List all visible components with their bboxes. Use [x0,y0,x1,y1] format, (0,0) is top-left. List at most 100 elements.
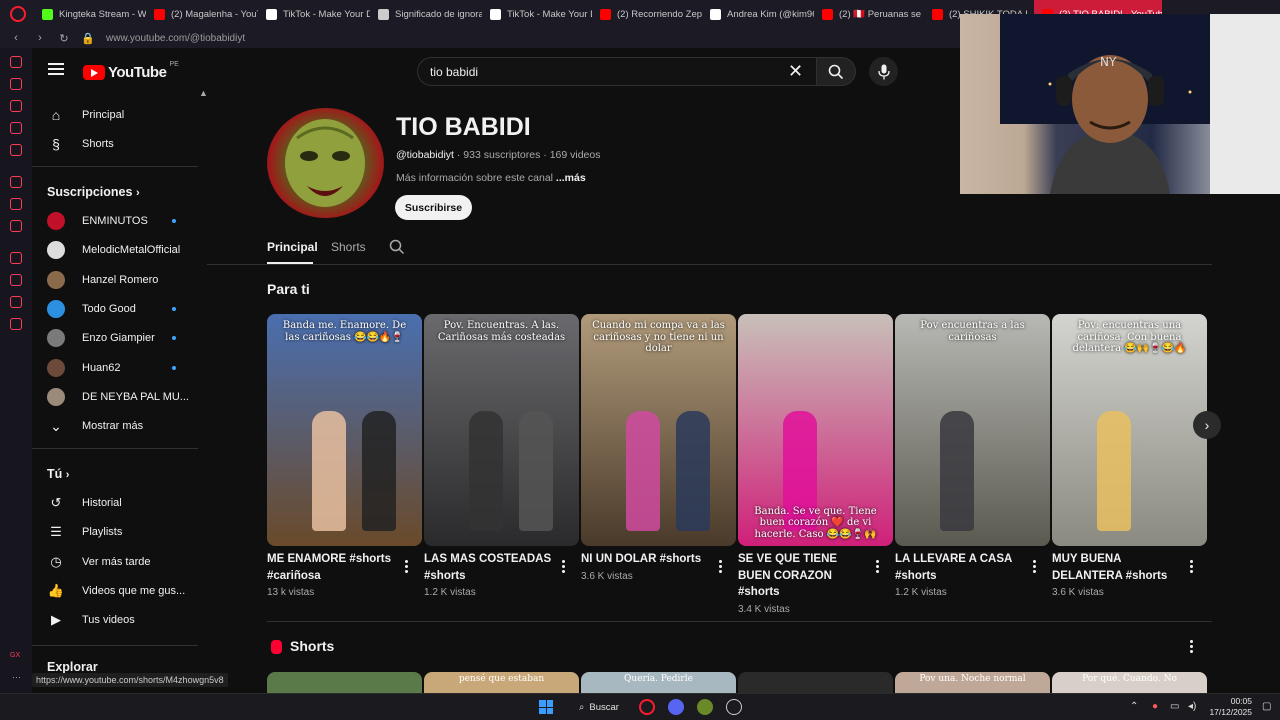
short-thumbnail[interactable]: pensé que estaban [424,672,579,693]
short-thumbnail[interactable]: Pov una. Noche normal [895,672,1050,693]
settings-icon[interactable] [10,318,22,330]
reload-icon[interactable]: ↻ [56,32,72,45]
obs-taskbar-icon[interactable] [726,699,742,715]
twitch-icon[interactable] [10,198,22,210]
search-button[interactable] [816,57,856,86]
instagram-icon[interactable] [10,122,22,134]
subscription-item[interactable]: Todo Good [47,297,136,321]
video-card[interactable]: Cuando mi compa va a las cariñosas y no … [581,314,736,582]
video-thumbnail[interactable]: Pov. Encuentras. A las. Cariñosas más co… [424,314,579,546]
video-title[interactable]: ME ENAMORE #shorts #cariñosa [267,551,395,584]
video-card[interactable]: Pov encuentras a las cariñosas LA LLEVARE… [895,314,1050,598]
opera-gx-taskbar-icon[interactable] [639,699,655,715]
video-title[interactable]: SE VE QUE TIENE BUEN CORAZON #shorts [738,551,866,601]
video-title[interactable]: NI UN DOLAR #shorts [581,551,709,568]
shorts-menu-icon[interactable] [1190,640,1194,653]
video-thumbnail[interactable]: Cuando mi compa va a las cariñosas y no … [581,314,736,546]
subscriptions-heading[interactable]: Suscripciones › [47,185,140,199]
next-arrow-button[interactable]: › [1193,411,1221,439]
short-thumbnail[interactable]: Por qué. Cuando. No [1052,672,1207,693]
telegram-icon[interactable] [10,100,22,112]
more-link[interactable]: ...más [556,172,586,184]
more-options-icon[interactable] [405,560,409,575]
short-thumbnail[interactable] [738,672,893,693]
more-options-icon[interactable] [876,560,880,575]
clock[interactable]: 00:05 17/12/2025 [1208,696,1252,718]
browser-tab[interactable]: TikTok - Make Your D [482,0,592,28]
sidebar-item-principal[interactable]: ⌂ Principal [47,103,124,127]
channel-avatar[interactable] [267,108,384,218]
short-thumbnail[interactable]: Quería. Pedirle [581,672,736,693]
browser-tab[interactable]: (2) Recorriendo Zepi [592,0,702,28]
music-icon[interactable] [10,144,22,156]
volume-icon[interactable]: ◂) [1188,701,1196,712]
app-taskbar-icon[interactable] [697,699,713,715]
sidebar-item-thumbs-up[interactable]: 👍 Videos que me gus... [47,579,185,603]
video-card[interactable]: Banda. Se ve que. Tiene buen corazón ❤️ … [738,314,893,615]
subscription-item[interactable]: MelodicMetalOfficial [47,238,180,262]
back-icon[interactable]: ‹ [8,32,24,44]
video-thumbnail[interactable]: Banda. Se ve que. Tiene buen corazón ❤️ … [738,314,893,546]
more-options-icon[interactable] [1033,560,1037,575]
sidebar-item-history[interactable]: ↺ Historial [47,491,122,515]
taskbar-search[interactable]: ⌕ Buscar [570,697,628,717]
extensions-icon[interactable] [10,296,22,308]
video-card[interactable]: Pov: encuentras una cariñosa. Con buena … [1052,314,1207,598]
browser-tab[interactable]: Andrea Kim (@kim96 [702,0,814,28]
scroll-up-icon[interactable]: ▲ [199,88,208,98]
subscription-item[interactable]: Huan62 [47,356,121,380]
sidebar-item-video[interactable]: ▶ Tus videos [47,608,135,632]
tray-chevron-up-icon[interactable]: ⌃ [1130,701,1138,712]
subscription-item[interactable]: Enzo Giampier [47,326,155,350]
subscription-item[interactable]: Hanzel Romero [47,268,158,292]
microphone-tray-icon[interactable]: ● [1152,701,1158,712]
network-icon[interactable]: ▭ [1170,701,1179,712]
more-icon[interactable]: ··· [12,672,21,682]
bookmarks-icon[interactable] [10,274,22,286]
messenger-icon[interactable] [10,56,22,68]
channel-search-icon[interactable] [389,239,405,260]
browser-tab[interactable]: TikTok - Make Your D [258,0,370,28]
discord-taskbar-icon[interactable] [668,699,684,715]
short-thumbnail[interactable] [267,672,422,693]
browser-tab[interactable]: (2) 🇵🇪 Peruanas se Q [814,0,924,28]
sidebar-item-clock[interactable]: ◷ Ver más tarde [47,550,150,574]
tab-shorts[interactable]: Shorts [331,240,366,254]
subscription-item[interactable]: DE NEYBA PAL MU... [47,385,189,409]
browser-tab[interactable]: Kingteka Stream - Wa [34,0,146,28]
tab-principal[interactable]: Principal [267,240,318,254]
opera-logo-icon[interactable] [10,6,26,22]
channel-description[interactable]: Más información sobre este canal ...más [396,172,586,184]
search-input[interactable]: tio babidi [417,57,817,86]
show-more-button[interactable]: ⌄ Mostrar más [47,414,143,438]
clear-search-icon[interactable]: ✕ [788,62,803,80]
browser-tab[interactable]: Significado de ignora [370,0,482,28]
sidebar-item-playlists[interactable]: ☰ Playlists [47,520,122,544]
more-options-icon[interactable] [562,560,566,575]
gx-icon[interactable]: GX [10,652,20,659]
browser-tab[interactable]: (2) Magalenha - YouT [146,0,258,28]
more-options-icon[interactable] [719,560,723,575]
video-thumbnail[interactable]: Pov: encuentras una cariñosa. Con buena … [1052,314,1207,546]
video-title[interactable]: LAS MAS COSTEADAS #shorts [424,551,552,584]
video-card[interactable]: Banda me. Enamore. De las cariñosas 😂😂🔥🍷… [267,314,422,598]
subscription-item[interactable]: ENMINUTOS [47,209,148,233]
aria-icon[interactable] [10,176,22,188]
history-icon[interactable] [10,252,22,264]
forward-icon[interactable]: › [32,32,48,44]
more-options-icon[interactable] [1190,560,1194,575]
voice-search-button[interactable] [869,57,898,86]
you-heading[interactable]: Tú › [47,467,69,481]
windows-start-icon[interactable] [539,700,553,714]
url-field[interactable]: www.youtube.com/@tiobabidiyt [106,33,245,44]
whatsapp-icon[interactable] [10,78,22,90]
sidebar-item-shorts[interactable]: § Shorts [47,132,114,156]
video-card[interactable]: Pov. Encuentras. A las. Cariñosas más co… [424,314,579,598]
video-thumbnail[interactable]: Banda me. Enamore. De las cariñosas 😂😂🔥🍷 [267,314,422,546]
video-title[interactable]: LA LLEVARE A CASA #shorts [895,551,1023,584]
notification-icon[interactable]: ▢ [1262,701,1271,712]
subscribe-button[interactable]: Suscribirse [395,195,472,220]
x-icon[interactable] [10,220,22,232]
video-title[interactable]: MUY BUENA DELANTERA #shorts [1052,551,1180,584]
video-thumbnail[interactable]: Pov encuentras a las cariñosas [895,314,1050,546]
